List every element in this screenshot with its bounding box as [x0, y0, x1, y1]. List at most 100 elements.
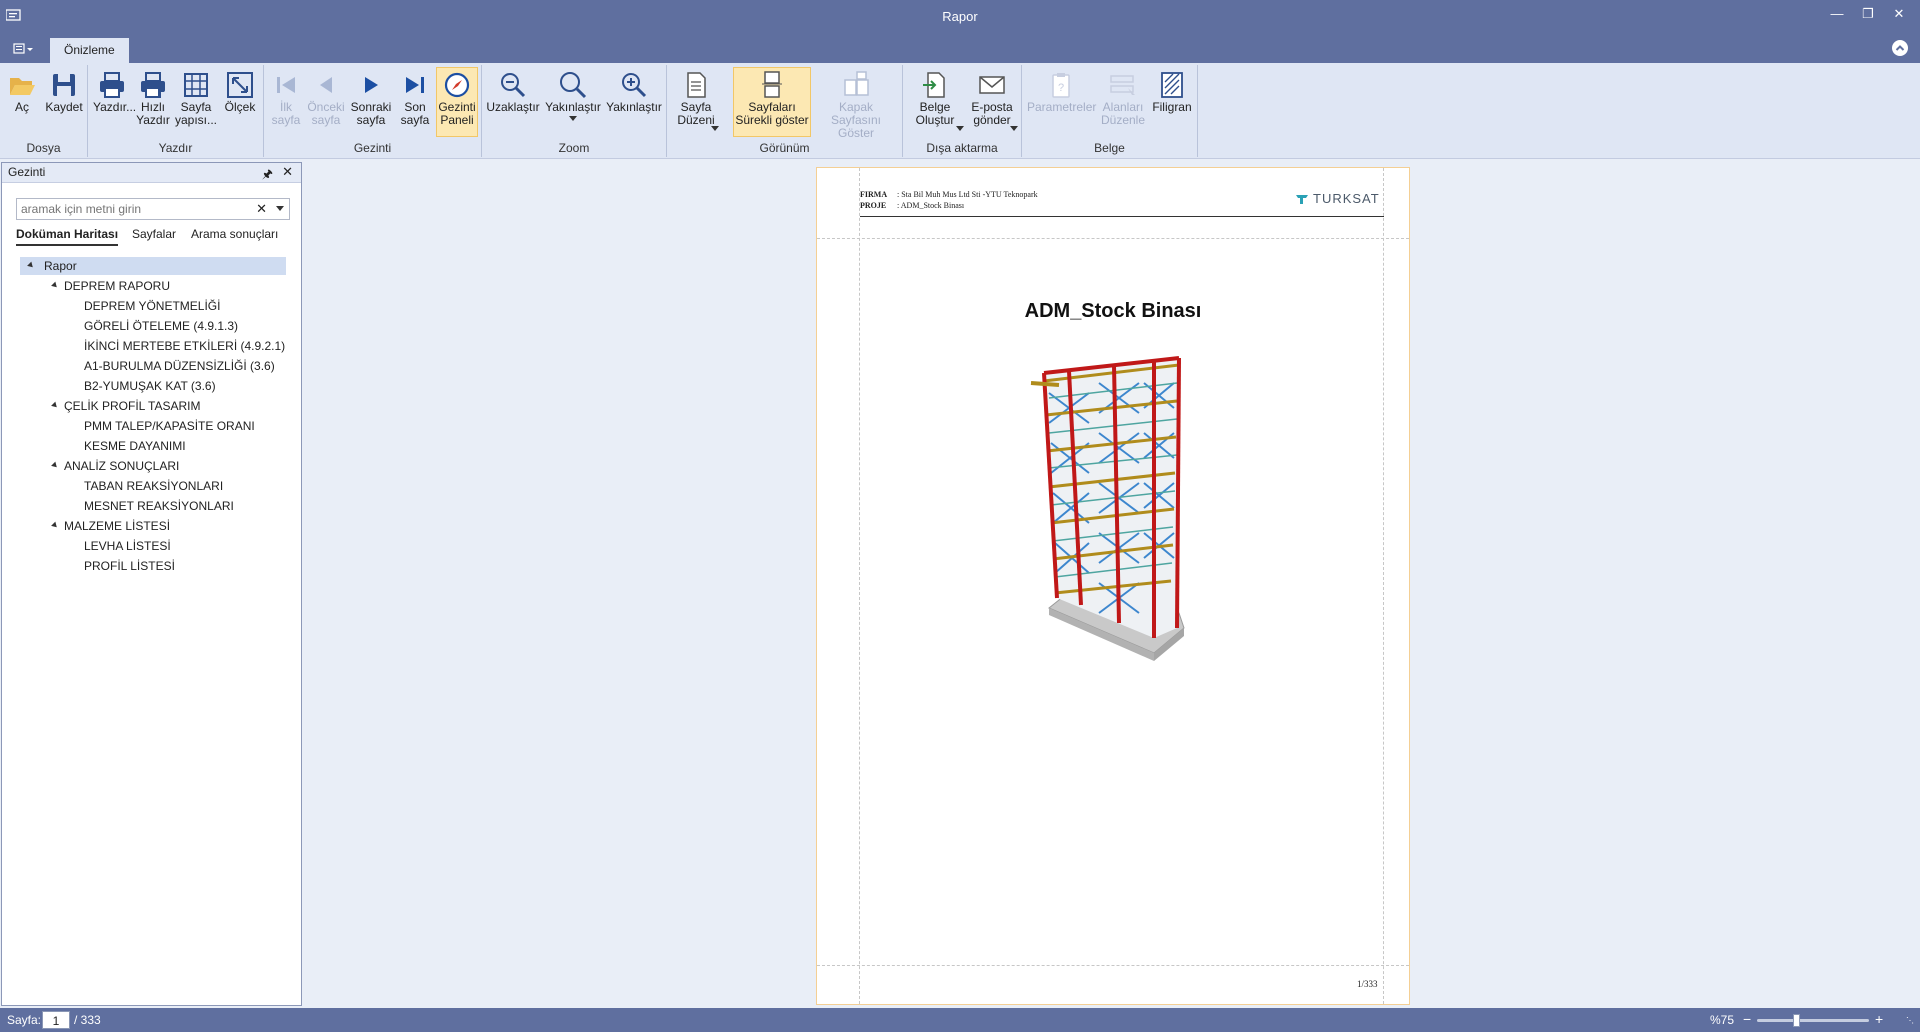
tree-leaf[interactable]: MESNET REAKSİYONLARI — [84, 497, 234, 515]
first-page-button[interactable]: İlk sayfa — [267, 67, 305, 137]
margin-guide — [817, 965, 1409, 966]
tree-node-celik[interactable]: ÇELİK PROFİL TASARIM — [51, 397, 200, 415]
navigation-pane-button[interactable]: Gezinti Paneli — [436, 67, 478, 137]
expand-arrow-icon[interactable] — [51, 401, 59, 410]
expand-arrow-icon[interactable] — [51, 461, 59, 470]
turksat-logo-icon — [1296, 195, 1308, 204]
menu-icon — [13, 43, 33, 54]
tree-node-rapor[interactable]: Rapor — [20, 257, 286, 275]
search-dropdown-icon[interactable] — [276, 206, 284, 211]
resize-grip-icon[interactable]: ⋱ — [1906, 1016, 1916, 1026]
chevron-down-icon — [711, 126, 719, 131]
tree-leaf[interactable]: GÖRELİ ÖTELEME (4.9.1.3) — [84, 317, 238, 335]
tree-leaf[interactable]: KESME DAYANIMI — [84, 437, 186, 455]
navigation-panel-header: Gezinti 🖈 ✕ — [2, 163, 301, 183]
zoom-dropdown-button[interactable]: Yakınlaştır — [543, 67, 603, 137]
proje-label: PROJE — [860, 201, 887, 210]
quick-print-button[interactable]: Hızlı Yazdır — [134, 67, 172, 137]
printer-icon — [100, 72, 124, 98]
zoom-minus-icon[interactable]: − — [1743, 1011, 1751, 1027]
page-label: Sayfa: — [7, 1013, 42, 1027]
tree-node-malzeme[interactable]: MALZEME LİSTESİ — [51, 517, 170, 535]
tree-leaf[interactable]: PMM TALEP/KAPASİTE ORANI — [84, 417, 255, 435]
group-yazdir: Yazdır... Hızlı Yazdır Sayfa yapısı... Ö… — [88, 65, 264, 157]
clipboard-icon: ? — [1052, 73, 1070, 98]
page-layout-button[interactable]: Sayfa Düzeni — [670, 67, 722, 137]
tab-search-results[interactable]: Arama sonuçları — [191, 227, 278, 241]
zoom-out-button[interactable]: Uzaklaştır — [485, 67, 541, 137]
continuous-pages-button[interactable]: Sayfaları Sürekli göster — [733, 67, 811, 137]
expand-arrow-icon[interactable] — [51, 281, 59, 290]
show-cover-page-button[interactable]: Kapak Sayfasını Göster — [814, 67, 898, 140]
tree-leaf[interactable]: B2-YUMUŞAK KAT (3.6) — [84, 377, 216, 395]
expand-arrow-icon[interactable] — [27, 261, 35, 270]
export-document-icon — [923, 72, 945, 98]
restore-button[interactable]: ❐ — [1853, 3, 1883, 25]
tab-document-map[interactable]: Doküman Haritası — [16, 227, 119, 246]
app-menu-button[interactable] — [8, 39, 38, 59]
scale-button[interactable]: Ölçek — [220, 67, 260, 137]
tree-leaf[interactable]: A1-BURULMA DÜZENSİZLİĞİ (3.6) — [84, 357, 275, 375]
zoom-slider-thumb[interactable] — [1793, 1014, 1800, 1027]
last-page-icon — [406, 77, 424, 93]
parameters-button[interactable]: ? Parametreler — [1026, 67, 1096, 137]
send-email-button[interactable]: E-posta gönder — [965, 67, 1019, 137]
tree-leaf[interactable]: PROFİL LİSTESİ — [84, 557, 175, 575]
firma-value: : Sta Bil Muh Mus Ltd Sti -YTU Teknopark — [897, 190, 1038, 199]
tab-pages[interactable]: Sayfalar — [132, 227, 176, 241]
pin-icon[interactable]: 🖈 — [262, 165, 273, 186]
zoom-slider[interactable]: − + — [1743, 1011, 1883, 1027]
group-gorunum: Sayfa Düzeni Sayfaları Sürekli göster Ka… — [667, 65, 903, 157]
tree-node-deprem[interactable]: DEPREM RAPORU — [51, 277, 170, 295]
folder-open-icon — [10, 78, 35, 95]
page-number-input[interactable]: 1 — [42, 1011, 70, 1029]
tree-leaf[interactable]: LEVHA LİSTESİ — [84, 537, 171, 555]
tree-node-analiz[interactable]: ANALİZ SONUÇLARI — [51, 457, 179, 475]
quick-printer-icon — [141, 72, 165, 98]
report-page: FIRMA : Sta Bil Muh Mus Ltd Sti -YTU Tek… — [816, 167, 1410, 1005]
next-page-button[interactable]: Sonraki sayfa — [348, 67, 394, 137]
page-layout-icon — [687, 72, 706, 98]
expand-arrow-icon[interactable] — [51, 521, 59, 530]
edit-fields-button[interactable]: Alanları Düzenle — [1098, 67, 1148, 137]
status-bar: Sayfa: 1 / 333 %75 − + ⋱ — [0, 1008, 1920, 1032]
margin-guide — [859, 168, 860, 1004]
tree-leaf[interactable]: İKİNCİ MERTEBE ETKİLERİ (4.9.2.1) — [84, 337, 285, 355]
save-button[interactable]: Kaydet — [42, 67, 86, 137]
magnifier-icon — [560, 72, 587, 99]
svg-text:?: ? — [1058, 82, 1064, 94]
zoom-in-button[interactable]: Yakınlaştır — [605, 67, 663, 137]
tree-leaf[interactable]: TABAN REAKSİYONLARI — [84, 477, 223, 495]
previous-page-button[interactable]: Önceki sayfa — [306, 67, 346, 137]
preview-area[interactable]: FIRMA : Sta Bil Muh Mus Ltd Sti -YTU Tek… — [305, 162, 1920, 1006]
zoom-slider-track[interactable] — [1757, 1019, 1869, 1022]
group-dosya: Aç Kaydet Dosya — [0, 65, 88, 157]
last-page-button[interactable]: Son sayfa — [396, 67, 434, 137]
zoom-plus-icon[interactable]: + — [1875, 1011, 1883, 1027]
print-button[interactable]: Yazdır... — [92, 67, 136, 137]
minimize-button[interactable]: — — [1822, 3, 1852, 25]
scale-icon — [227, 72, 253, 98]
clear-search-icon[interactable]: ✕ — [256, 201, 267, 217]
open-button[interactable]: Aç — [4, 67, 40, 137]
search-input[interactable] — [17, 199, 247, 219]
watermark-icon — [1161, 72, 1183, 98]
page-setup-button[interactable]: Sayfa yapısı... — [174, 67, 218, 137]
save-icon — [53, 74, 75, 96]
cover-page-icon — [844, 71, 869, 96]
close-icon[interactable]: ✕ — [282, 164, 293, 180]
chevron-down-icon — [956, 126, 964, 131]
window-title: Rapor — [942, 9, 978, 24]
tree-leaf[interactable]: DEPREM YÖNETMELİĞİ — [84, 297, 220, 315]
export-document-button[interactable]: Belge Oluştur — [909, 67, 964, 137]
next-page-icon — [365, 77, 378, 93]
close-button[interactable]: ✕ — [1884, 3, 1914, 25]
group-zoom: Uzaklaştır Yakınlaştır Yakınlaştır Zoom — [482, 65, 667, 157]
company-logo: TURKSAT — [1295, 191, 1380, 206]
page-number: 1/333 — [1357, 979, 1378, 989]
title-bar: Rapor — ❐ ✕ — [0, 0, 1920, 33]
tab-onizleme[interactable]: Önizleme — [50, 38, 129, 63]
watermark-button[interactable]: Filigran — [1150, 67, 1194, 137]
navigation-panel: Gezinti 🖈 ✕ ✕ Doküman Haritası Sayfalar … — [1, 162, 302, 1006]
ribbon-collapse-button[interactable] — [1892, 40, 1908, 56]
